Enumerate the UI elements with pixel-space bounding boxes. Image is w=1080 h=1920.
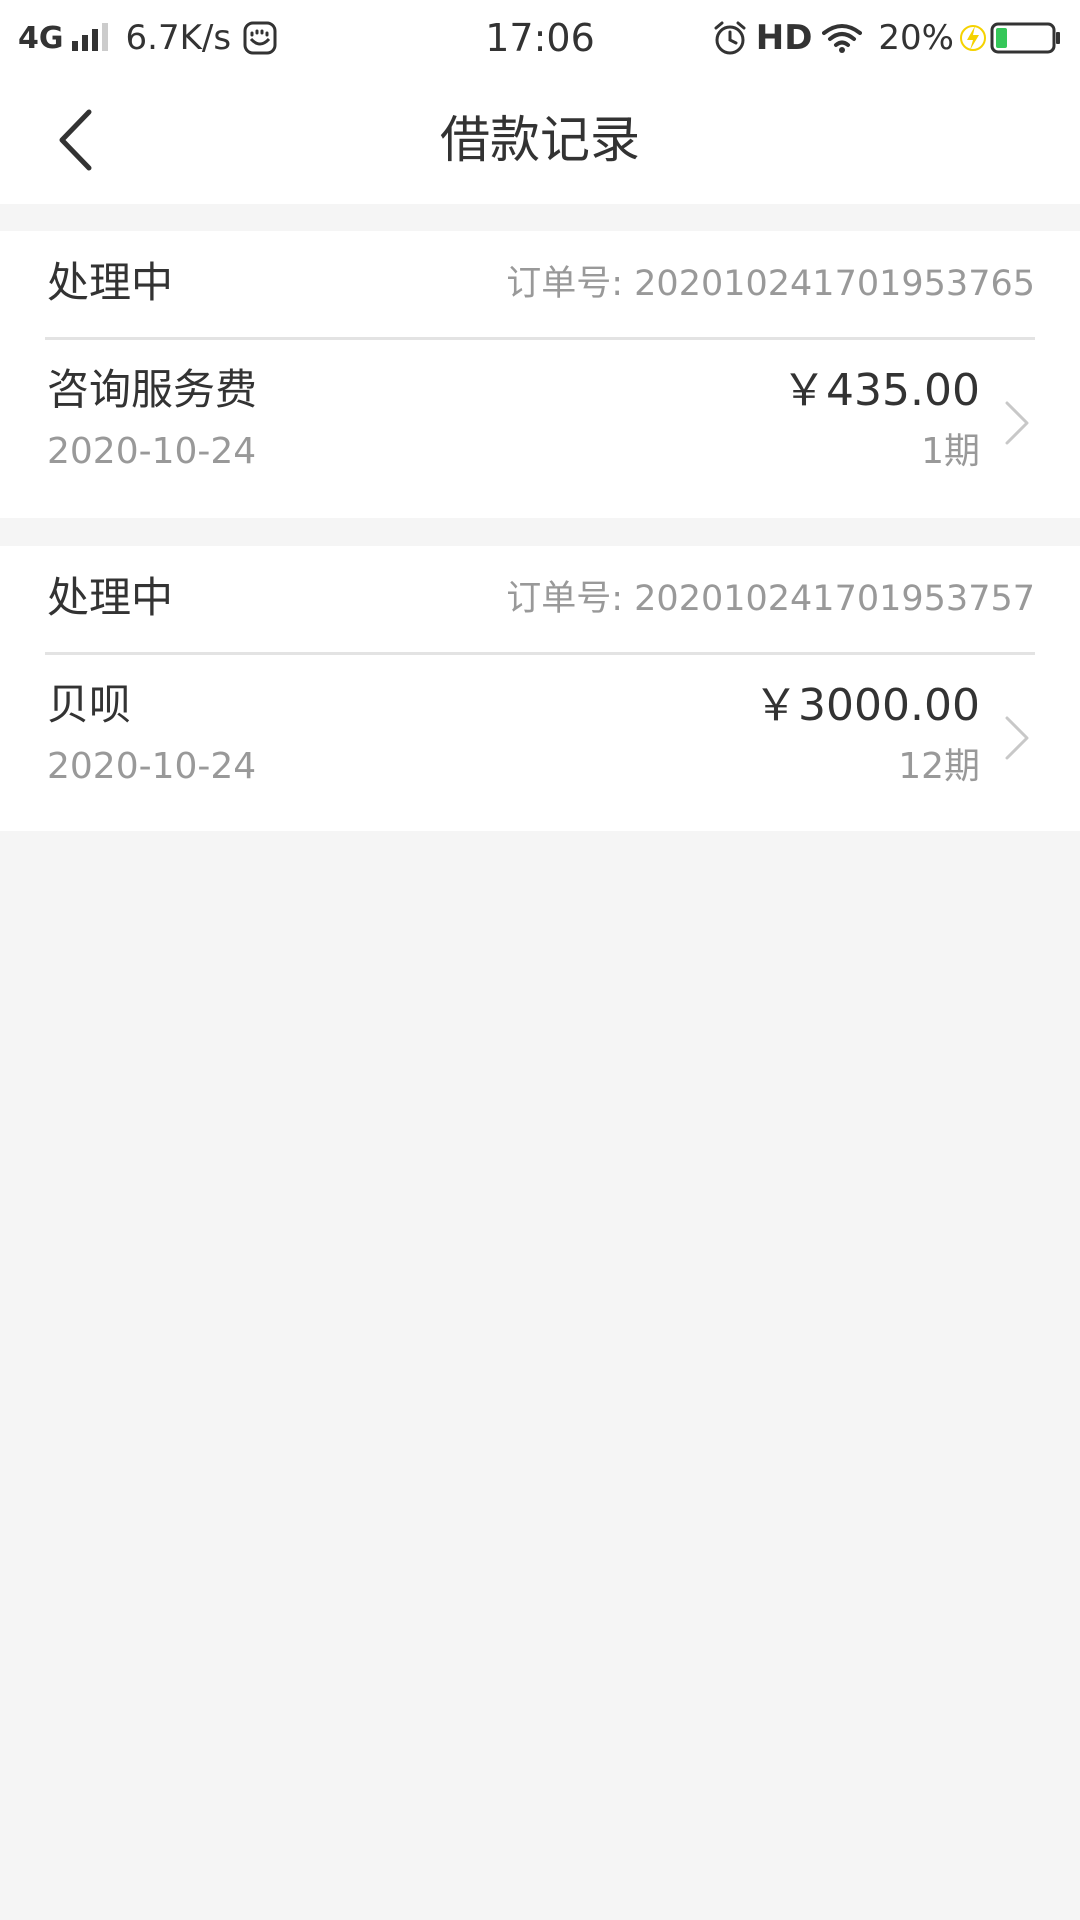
record-detail-row[interactable]: 贝呗 2020-10-24 ￥3000.00 12期 [0,655,1080,831]
status-bar-right: HD 20% [712,16,1062,60]
record-status: 处理中 [47,573,174,622]
loan-name: 咨询服务费 [47,365,258,414]
loan-amount: ￥435.00 [782,365,980,416]
loan-record-card: 处理中 订单号: 202010241701953757 贝呗 2020-10-2… [0,546,1080,831]
loan-term: 12期 [898,746,980,787]
battery-percentage: 20% [878,18,954,58]
record-detail-row[interactable]: 咨询服务费 2020-10-24 ￥435.00 1期 [0,340,1080,516]
charging-bolt-icon [960,25,986,51]
chevron-right-icon [1005,401,1029,445]
record-header: 处理中 订单号: 202010241701953757 [45,546,1035,655]
status-bar: 4G 6.7K/s 17:06 HD 20% [0,0,1080,76]
loan-name: 贝呗 [47,680,132,729]
order-number: 订单号: 202010241701953765 [506,264,1035,304]
hd-indicator: HD [755,18,813,58]
order-number: 订单号: 202010241701953757 [506,579,1035,619]
page-title: 借款记录 [440,111,640,169]
loan-amount: ￥3000.00 [754,680,980,731]
nav-bar: 借款记录 [0,76,1080,204]
chevron-right-icon [1005,716,1029,760]
record-header: 处理中 订单号: 202010241701953765 [45,231,1035,340]
alarm-clock-icon [714,21,746,55]
record-status: 处理中 [47,258,174,307]
loan-date: 2020-10-24 [47,746,257,787]
loan-record-card: 处理中 订单号: 202010241701953765 咨询服务费 2020-1… [0,231,1080,518]
loan-term: 1期 [921,431,980,472]
wifi-icon [822,24,863,53]
battery-icon [990,22,1060,54]
loan-date: 2020-10-24 [47,431,257,472]
